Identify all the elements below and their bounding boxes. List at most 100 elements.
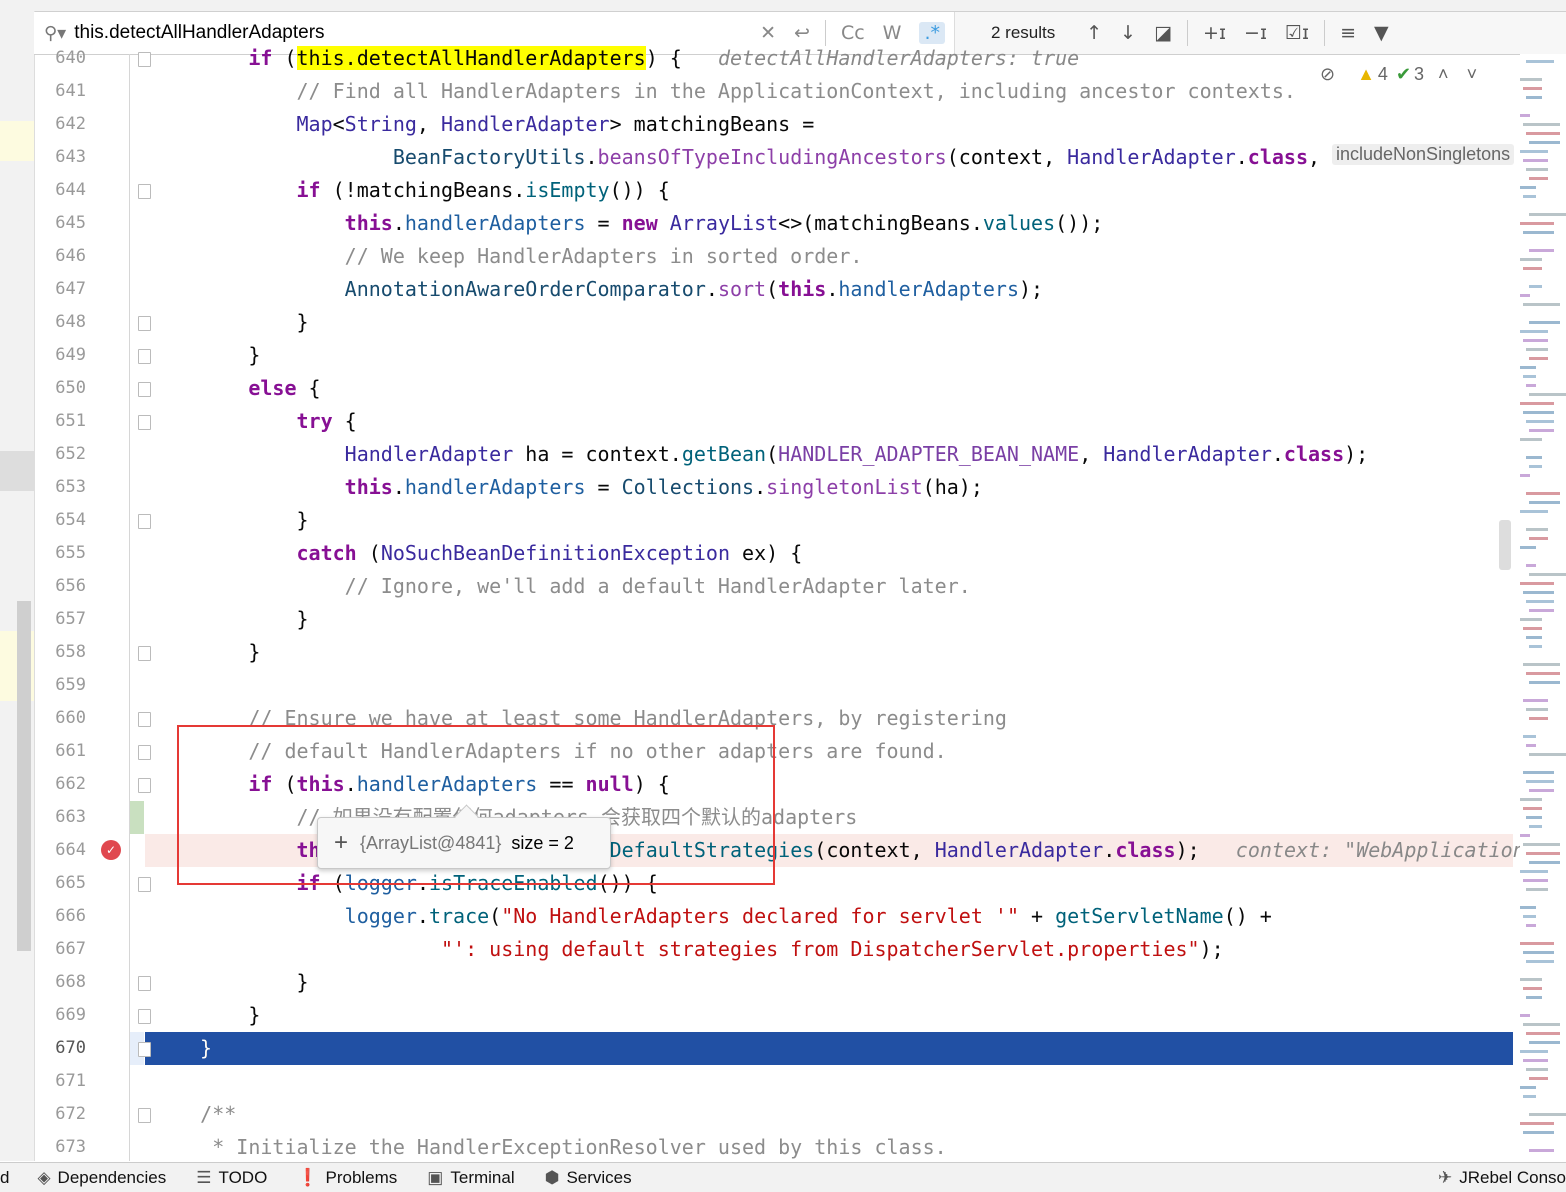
line-number[interactable]: 646 [34, 240, 86, 273]
fold-marker-icon[interactable] [138, 349, 151, 364]
line-number[interactable]: 643 [34, 141, 86, 174]
line-number[interactable]: 645 [34, 207, 86, 240]
line-number[interactable]: 660 [34, 702, 86, 735]
tool-window-jrebel[interactable]: ✈ JRebel Conso [1438, 1168, 1566, 1188]
line-number[interactable]: 658 [34, 636, 86, 669]
code-line[interactable]: } [152, 999, 260, 1032]
whole-words-toggle[interactable]: W [883, 22, 902, 44]
line-number[interactable]: 664 [34, 834, 86, 867]
fold-marker-icon[interactable] [138, 877, 151, 892]
line-number[interactable]: 640 [34, 42, 86, 75]
line-number[interactable]: 649 [34, 339, 86, 372]
tool-window-todo[interactable]: ☰ TODO [196, 1168, 267, 1188]
line-number[interactable]: 644 [34, 174, 86, 207]
breakpoint-icon[interactable]: ✓ [101, 840, 121, 860]
code-line[interactable]: else { [152, 372, 320, 405]
arrow-up-icon[interactable]: ↑ [1086, 22, 1102, 44]
line-number[interactable]: 641 [34, 75, 86, 108]
fold-marker-icon[interactable] [138, 1042, 151, 1057]
line-number[interactable]: 659 [34, 669, 86, 702]
line-number[interactable]: 656 [34, 570, 86, 603]
code-line[interactable]: "': using default strategies from Dispat… [152, 933, 1224, 966]
tool-window-services[interactable]: ⬢ Services [545, 1168, 632, 1188]
tool-window-problems[interactable]: ❗ Problems [297, 1168, 397, 1188]
fold-marker-icon[interactable] [138, 415, 151, 430]
scrollbar-thumb[interactable] [1499, 520, 1511, 570]
code-line[interactable]: logger.trace("No HandlerAdapters declare… [152, 900, 1272, 933]
code-line[interactable]: // Find all HandlerAdapters in the Appli… [152, 75, 1295, 108]
code-line[interactable]: AnnotationAwareOrderComparator.sort(this… [152, 273, 1043, 306]
add-cursor-icon[interactable]: +ɪ [1203, 22, 1226, 44]
line-number[interactable]: 650 [34, 372, 86, 405]
select-all-icon[interactable]: ☑ɪ [1285, 22, 1309, 44]
code-line[interactable]: } [152, 966, 308, 999]
line-number[interactable]: 651 [34, 405, 86, 438]
tool-window-run[interactable]: d [0, 1168, 9, 1188]
code-line[interactable]: /** [152, 1098, 236, 1131]
fold-marker-icon[interactable] [138, 514, 151, 529]
line-number[interactable]: 653 [34, 471, 86, 504]
fold-marker-icon[interactable] [138, 712, 151, 727]
match-case-toggle[interactable]: Cc [841, 22, 865, 44]
remove-cursor-icon[interactable]: −ɪ [1244, 22, 1267, 44]
line-number[interactable]: 661 [34, 735, 86, 768]
filter-icon[interactable]: ▼ [1374, 22, 1389, 44]
line-number[interactable]: 667 [34, 933, 86, 966]
code-line[interactable]: // Ignore, we'll add a default HandlerAd… [152, 570, 971, 603]
line-number[interactable]: 668 [34, 966, 86, 999]
filter-options-icon[interactable]: ≡ [1340, 22, 1356, 44]
fold-marker-icon[interactable] [138, 52, 151, 67]
line-number[interactable]: 647 [34, 273, 86, 306]
fold-marker-icon[interactable] [138, 382, 151, 397]
regex-toggle[interactable]: .* [919, 22, 945, 44]
fold-marker-icon[interactable] [138, 976, 151, 991]
arrow-down-icon[interactable]: ↓ [1120, 22, 1136, 44]
code-line[interactable]: } [152, 636, 260, 669]
fold-marker-icon[interactable] [138, 1009, 151, 1024]
line-number[interactable]: 663 [34, 801, 86, 834]
line-number[interactable]: 642 [34, 108, 86, 141]
inspection-widget[interactable]: ⊘ ▲ 4 ✔ 3 ˄ ˅ [1320, 64, 1477, 85]
line-number[interactable]: 657 [34, 603, 86, 636]
line-number[interactable]: 672 [34, 1098, 86, 1131]
clear-icon[interactable]: ✕ [760, 22, 776, 44]
minimap-scrollbar[interactable] [1520, 54, 1566, 1161]
code-line[interactable]: } [152, 504, 308, 537]
line-number[interactable]: 666 [34, 900, 86, 933]
line-number[interactable]: 652 [34, 438, 86, 471]
line-number[interactable]: 654 [34, 504, 86, 537]
expand-icon[interactable]: + [334, 829, 348, 857]
code-line[interactable]: try { [152, 405, 357, 438]
line-number[interactable]: 648 [34, 306, 86, 339]
line-number[interactable]: 665 [34, 867, 86, 900]
code-line[interactable]: if (!matchingBeans.isEmpty()) { [152, 174, 670, 207]
code-line[interactable]: } [152, 306, 308, 339]
line-number[interactable]: 671 [34, 1065, 86, 1098]
chevron-up-icon[interactable]: ˄ [1438, 64, 1449, 85]
line-number[interactable]: 662 [34, 768, 86, 801]
code-line[interactable]: } [152, 339, 260, 372]
select-all-occurrences-icon[interactable]: ◪ [1154, 22, 1172, 44]
code-line[interactable]: catch (NoSuchBeanDefinitionException ex)… [152, 537, 803, 570]
line-number[interactable]: 669 [34, 999, 86, 1032]
line-number[interactable]: 673 [34, 1131, 86, 1164]
code-line[interactable]: this.handlerAdapters = new ArrayList<>(m… [152, 207, 1104, 240]
line-number[interactable]: 655 [34, 537, 86, 570]
fold-marker-icon[interactable] [138, 646, 151, 661]
tool-window-dependencies[interactable]: ◈ Dependencies [37, 1168, 166, 1188]
search-icon[interactable]: ⚲▾ [44, 23, 66, 44]
fold-marker-icon[interactable] [138, 778, 151, 793]
code-line[interactable]: } [152, 603, 308, 636]
new-line-icon[interactable]: ↩ [794, 22, 810, 44]
fold-marker-icon[interactable] [138, 316, 151, 331]
code-line[interactable]: // We keep HandlerAdapters in sorted ord… [152, 240, 863, 273]
code-line[interactable]: BeanFactoryUtils.beansOfTypeIncludingAnc… [152, 141, 1320, 174]
fold-marker-icon[interactable] [138, 184, 151, 199]
code-line[interactable]: * Initialize the HandlerExceptionResolve… [152, 1131, 947, 1164]
code-line[interactable]: HandlerAdapter ha = context.getBean(HAND… [152, 438, 1369, 471]
code-line[interactable]: if (this.detectAllHandlerAdapters) { det… [152, 42, 1079, 75]
code-line[interactable]: this.handlerAdapters = Collections.singl… [152, 471, 983, 504]
hide-icon[interactable]: ⊘ [1320, 64, 1335, 85]
line-number[interactable]: 670 [34, 1032, 86, 1065]
chevron-down-icon[interactable]: ˅ [1467, 64, 1478, 85]
